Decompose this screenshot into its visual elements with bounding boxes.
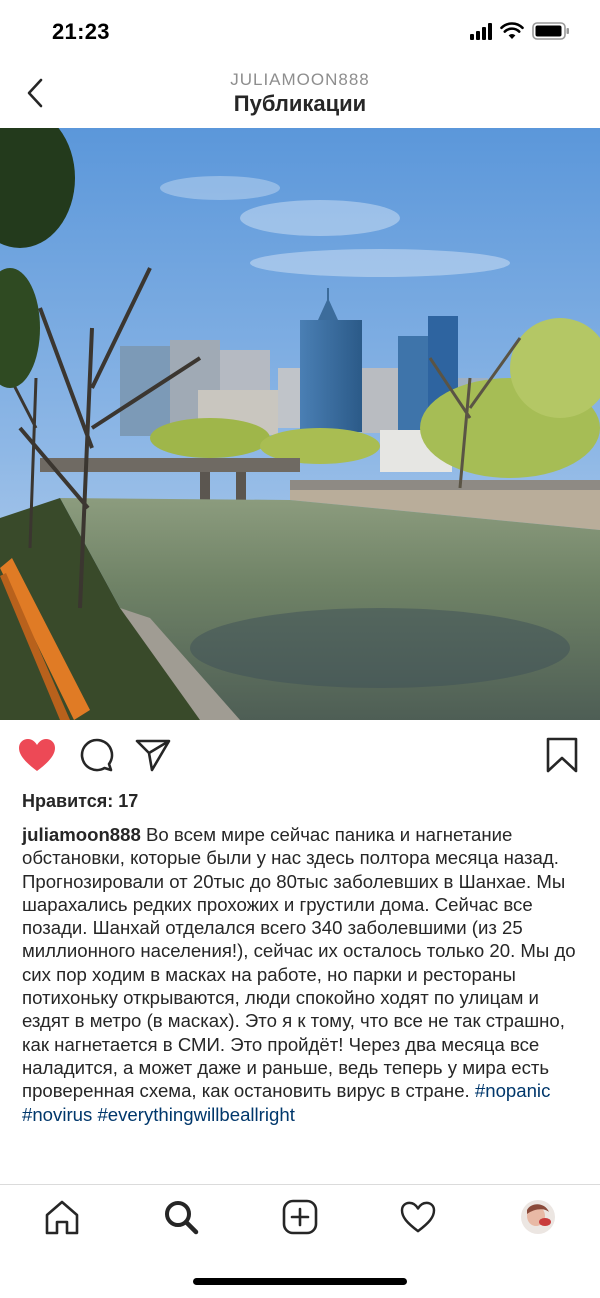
header: JULIAMOON888 Публикации: [0, 64, 600, 128]
cellular-signal-icon: [470, 22, 492, 40]
share-button[interactable]: [134, 736, 172, 774]
hashtag-link[interactable]: #nopanic: [475, 1080, 550, 1101]
heart-filled-icon: [19, 739, 55, 771]
status-time: 21:23: [52, 19, 110, 44]
profile-avatar: [521, 1200, 555, 1234]
header-username[interactable]: JULIAMOON888: [0, 70, 600, 90]
search-icon: [165, 1201, 199, 1235]
add-post-icon: [282, 1199, 318, 1235]
caption-username[interactable]: juliamoon888: [22, 824, 141, 845]
activity-heart-icon: [400, 1201, 436, 1233]
home-icon: [45, 1200, 79, 1235]
nav-profile[interactable]: [518, 1197, 558, 1237]
save-button[interactable]: [543, 736, 581, 774]
post-image[interactable]: [0, 128, 600, 720]
battery-icon: [532, 22, 569, 40]
page-title: Публикации: [233, 91, 367, 116]
bookmark-icon: [546, 737, 578, 773]
caption-text: Во всем мире сейчас паника и нагнетание …: [22, 824, 576, 1102]
post-caption: juliamoon888 Во всем мире сейчас паника …: [22, 823, 582, 1126]
likes-count[interactable]: Нравится: 17: [22, 791, 138, 812]
wifi-icon: [500, 22, 524, 39]
hashtag-link[interactable]: #everythingwillbeallright: [97, 1104, 294, 1125]
post-photo: [0, 128, 600, 720]
comment-icon: [80, 738, 114, 772]
hashtag-link[interactable]: #novirus: [22, 1104, 92, 1125]
status-bar: 21:23: [0, 0, 600, 64]
comment-button[interactable]: [77, 736, 115, 774]
nav-new-post[interactable]: [280, 1197, 320, 1237]
nav-activity[interactable]: [398, 1197, 438, 1237]
status-icons: [470, 22, 570, 40]
nav-home[interactable]: [42, 1197, 82, 1237]
nav-search[interactable]: [161, 1197, 201, 1237]
home-indicator: [193, 1278, 407, 1285]
like-button[interactable]: [18, 736, 56, 774]
post-actions: [0, 720, 600, 790]
share-icon: [135, 739, 171, 772]
bottom-nav: [0, 1184, 600, 1250]
